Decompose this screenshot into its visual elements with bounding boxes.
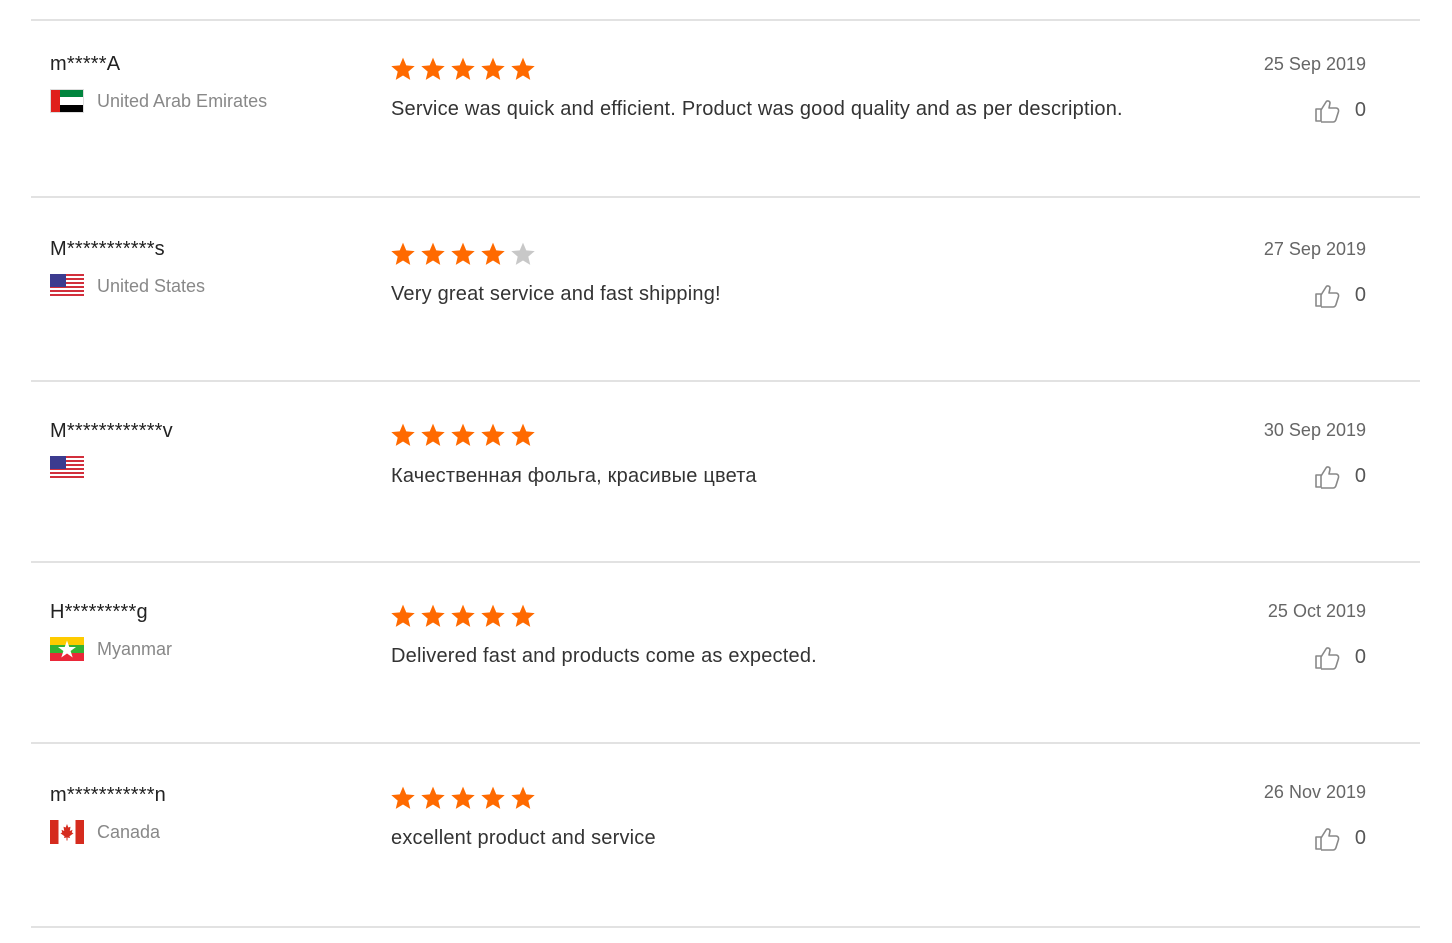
reviewer-name: H*********g	[50, 601, 148, 623]
like-button[interactable]: 0	[1313, 462, 1366, 490]
review-date: 27 Sep 2019	[1263, 239, 1366, 259]
star-icon	[391, 786, 415, 809]
star-icon	[421, 57, 445, 80]
star-icon	[511, 423, 535, 446]
reviewer-name: M************v	[50, 420, 173, 442]
flag-myanmar-icon	[50, 637, 84, 661]
star-icon	[511, 604, 535, 627]
star-icon	[481, 57, 505, 80]
thumbs-up-icon[interactable]	[1313, 824, 1341, 852]
review-date: 30 Sep 2019	[1263, 420, 1366, 440]
star-icon	[451, 604, 475, 627]
country-name: Myanmar	[97, 638, 173, 659]
star-icon	[481, 242, 505, 265]
flag-us-icon	[50, 456, 84, 480]
star-icon	[391, 604, 415, 627]
star-icon	[511, 57, 535, 80]
star-icon	[481, 604, 505, 627]
reviewer-name: m*****A	[50, 53, 121, 75]
like-button[interactable]: 0	[1313, 281, 1366, 309]
star-icon	[511, 786, 535, 809]
review-item: M***********s United States Very great s…	[31, 196, 1420, 382]
star-rating	[390, 785, 536, 811]
star-rating	[390, 603, 536, 629]
flag-uae-icon	[50, 89, 84, 113]
reviewer-name: m***********n	[50, 784, 166, 806]
flag-us-icon	[50, 274, 84, 298]
like-button[interactable]: 0	[1313, 96, 1366, 124]
review-item: H*********g Myanmar Delivered fast and p…	[31, 561, 1420, 744]
like-count: 0	[1354, 98, 1366, 121]
review-comment: excellent product and service	[391, 827, 656, 849]
star-icon	[391, 57, 415, 80]
thumbs-up-icon[interactable]	[1313, 96, 1341, 124]
like-button[interactable]: 0	[1313, 824, 1366, 852]
star-icon	[421, 786, 445, 809]
review-item: m***********n Canada excellent product a…	[31, 742, 1420, 928]
country-name: Canada	[97, 821, 161, 842]
star-rating	[390, 56, 536, 82]
star-icon	[421, 604, 445, 627]
reviewer-country: United States	[50, 273, 205, 299]
like-count: 0	[1354, 283, 1366, 306]
star-icon	[481, 423, 505, 446]
reviewer-country	[50, 455, 97, 481]
review-date: 25 Sep 2019	[1263, 54, 1366, 74]
reviewer-country: Myanmar	[50, 636, 172, 662]
star-icon	[421, 423, 445, 446]
review-item: M************v Качественная фольга, крас…	[31, 380, 1420, 563]
review-item: m*****A United Arab Emirates Service was…	[31, 19, 1420, 198]
like-count: 0	[1354, 464, 1366, 487]
review-date: 25 Oct 2019	[1267, 601, 1366, 621]
reviewer-name: M***********s	[50, 238, 165, 260]
reviewer-country: Canada	[50, 819, 160, 845]
star-icon	[451, 57, 475, 80]
review-comment: Качественная фольга, красивые цвета	[391, 465, 757, 487]
star-rating	[390, 422, 536, 448]
star-icon	[451, 786, 475, 809]
like-button[interactable]: 0	[1313, 643, 1366, 671]
review-comment: Delivered fast and products come as expe…	[391, 645, 817, 667]
star-icon	[421, 242, 445, 265]
review-comment: Service was quick and efficient. Product…	[391, 98, 1123, 120]
star-icon	[391, 242, 415, 265]
review-comment: Very great service and fast shipping!	[391, 283, 721, 305]
country-name: United States	[97, 275, 206, 296]
star-icon	[481, 786, 505, 809]
star-icon	[451, 423, 475, 446]
thumbs-up-icon[interactable]	[1313, 281, 1341, 309]
country-name: United Arab Emirates	[97, 90, 268, 111]
star-icon	[451, 242, 475, 265]
star-icon	[391, 423, 415, 446]
thumbs-up-icon[interactable]	[1313, 643, 1341, 671]
thumbs-up-icon[interactable]	[1313, 462, 1341, 490]
like-count: 0	[1354, 826, 1366, 849]
star-rating	[390, 241, 536, 267]
flag-canada-icon	[50, 820, 84, 844]
review-date: 26 Nov 2019	[1263, 782, 1366, 802]
star-empty-icon	[511, 242, 535, 265]
like-count: 0	[1354, 645, 1366, 668]
reviewer-country: United Arab Emirates	[50, 88, 267, 114]
